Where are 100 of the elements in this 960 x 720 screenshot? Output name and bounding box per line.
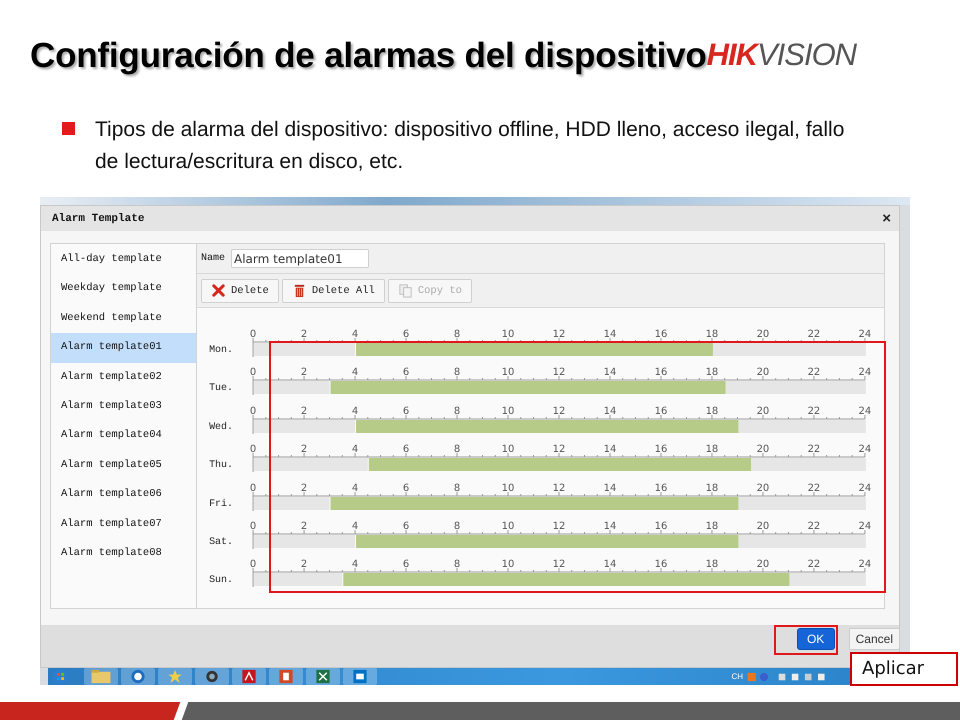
alarm-period-bar[interactable] [368,458,752,472]
template-item[interactable]: Alarm template04 [51,421,196,451]
hour-label: 2 [300,520,308,532]
hour-label: 20 [756,367,770,378]
hour-label: 2 [300,406,308,417]
hour-label: 16 [654,482,668,494]
hour-label: 22 [808,406,820,417]
hour-label: 4 [352,367,358,378]
template-item[interactable]: Alarm template01 [51,333,196,363]
hour-label: 12 [552,482,566,494]
cancel-button[interactable]: Cancel [848,628,900,650]
hour-label: 6 [402,482,410,494]
idle-period-bar[interactable] [254,573,342,586]
start-button[interactable] [52,668,69,685]
hour-label: 14 [604,482,616,494]
pdf-icon[interactable] [232,668,266,685]
hour-label: 8 [454,406,460,417]
camera-icon[interactable] [195,668,229,685]
hour-label: 8 [454,329,460,340]
hour-label: 22 [808,329,820,340]
day-label: Sat. [209,536,234,547]
logo: HIK [706,37,757,72]
hour-label: 22 [808,444,820,456]
hour-label: 6 [402,367,410,378]
hour-label: 20 [756,559,770,570]
cross-icon [211,283,226,298]
hour-label: 18 [706,559,718,570]
day-label: Thu. [209,459,234,470]
hour-label: 12 [552,444,566,456]
hour-label: 14 [604,367,616,378]
hour-label: 14 [604,329,616,340]
hour-label: 24 [858,559,872,570]
copy-icon [398,283,413,298]
dialog-title: Alarm Template [52,212,144,224]
day-label: Fri. [209,498,234,509]
idle-period-bar[interactable] [254,381,330,394]
hour-label: 8 [454,367,460,378]
hour-label: 2 [300,444,308,456]
template-item[interactable]: Alarm template08 [51,538,196,568]
hour-label: 6 [402,406,410,417]
hour-label: 18 [706,444,718,456]
hour-label: 24 [858,444,872,456]
language-indicator[interactable]: CH [731,672,743,681]
name-field[interactable]: Alarm template01 [231,249,370,268]
template-item[interactable]: Alarm template02 [51,362,196,392]
field-label: Name [201,253,226,264]
alarm-period-bar[interactable] [356,420,738,433]
alarm-period-bar[interactable] [356,343,713,356]
template-item[interactable]: Alarm template05 [51,450,196,480]
template-item[interactable]: Weekday template [51,274,196,304]
hour-label: 0 [250,559,256,570]
day-label: Mon. [209,344,234,355]
hour-label: 18 [706,482,718,494]
hour-label: 12 [552,520,566,532]
hour-label: 20 [756,520,770,532]
hour-label: 8 [454,482,460,494]
hour-label: 22 [808,367,820,378]
toolbar-button[interactable]: Delete [201,278,279,302]
hour-label: 22 [808,559,820,570]
hour-label: 12 [552,367,566,378]
hour-label: 24 [858,482,872,494]
template-item[interactable]: Alarm template06 [51,480,196,510]
hour-label: 4 [352,520,358,532]
hour-label: 2 [300,329,308,340]
hour-label: 12 [552,329,566,340]
highlight-frame [774,625,838,655]
day-label: Sun. [209,574,234,586]
hour-label: 0 [250,482,256,494]
close-button[interactable]: × [882,210,891,227]
template-item[interactable]: Alarm template07 [51,510,196,539]
template-item[interactable]: All-day template [51,245,196,274]
hour-label: 22 [808,482,820,494]
hour-label: 8 [454,444,460,456]
toolbar-button[interactable]: Delete All [282,278,385,302]
hour-label: 18 [706,367,718,378]
hour-label: 10 [502,444,514,456]
hour-label: 10 [502,559,514,570]
slide-title: Configuración de alarmas del dispositivo [30,36,707,76]
hour-label: 2 [300,482,308,494]
mail-icon[interactable] [343,668,377,685]
spreadsheet-icon[interactable] [306,668,340,685]
hour-label: 10 [502,329,514,340]
hour-label: 10 [502,367,514,378]
template-item[interactable]: Weekend template [51,304,196,334]
callout-label: Aplicar [850,652,958,686]
idle-period-bar[interactable] [254,496,330,510]
hour-label: 20 [756,482,770,494]
hour-label: 16 [654,406,668,417]
hour-label: 10 [502,520,514,532]
hour-label: 14 [604,559,616,570]
hour-label: 0 [250,367,256,378]
template-item[interactable]: Alarm template03 [51,392,196,422]
hour-label: 20 [756,329,770,340]
document-icon[interactable] [269,668,303,685]
alarm-period-bar[interactable] [356,534,738,548]
hour-label: 16 [654,520,668,532]
ok-button[interactable]: OK [796,628,835,650]
hour-label: 24 [858,520,872,532]
hour-label: 18 [706,520,718,532]
hour-label: 2 [300,559,308,570]
